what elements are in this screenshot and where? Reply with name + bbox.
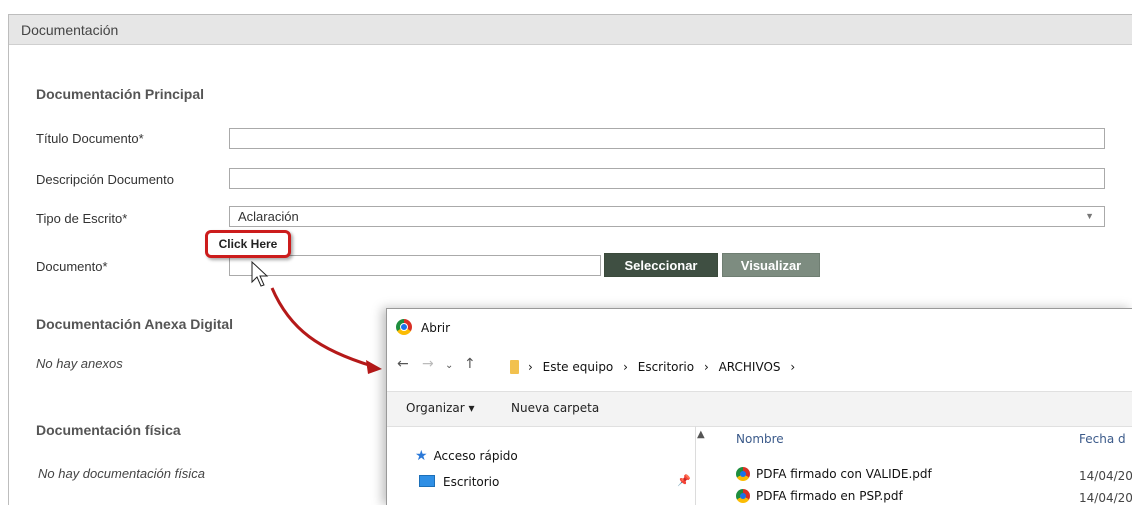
star-icon: ★ <box>415 448 428 464</box>
up-icon[interactable]: ↑ <box>464 356 476 372</box>
open-file-dialog[interactable]: Abrir ← → ⌄ ↑ › Este equipo › Escritorio… <box>386 308 1132 505</box>
chrome-icon <box>736 467 750 481</box>
seleccionar-button[interactable]: Seleccionar <box>604 253 718 277</box>
nav-item-desktop[interactable]: Escritorio <box>419 475 499 489</box>
nueva-carpeta-button[interactable]: Nueva carpeta <box>511 401 599 415</box>
chevron-down-icon[interactable]: ⌄ <box>445 360 453 371</box>
organizar-button[interactable]: Organizar ▾ <box>406 401 475 415</box>
click-here-callout: Click Here <box>205 230 291 258</box>
column-date[interactable]: Fecha d <box>1079 432 1126 446</box>
column-name[interactable]: Nombre <box>736 432 784 446</box>
crumb-archivos[interactable]: ARCHIVOS <box>719 360 781 374</box>
crumb-escritorio[interactable]: Escritorio <box>638 360 694 374</box>
navigation-pane: ★ Acceso rápido Escritorio <box>387 426 696 505</box>
dialog-toolbar: Organizar ▾ Nueva carpeta <box>387 391 1132 427</box>
crumb-este-equipo[interactable]: Este equipo <box>543 360 614 374</box>
list-item[interactable]: PDFA firmado con VALIDE.pdf <box>736 467 932 481</box>
nav-item-quick-access[interactable]: ★ Acceso rápido <box>415 448 518 464</box>
desktop-icon <box>419 475 435 487</box>
dialog-title: Abrir <box>421 321 451 335</box>
file-date: 14/04/20 <box>1079 469 1132 483</box>
scroll-up-icon[interactable]: ▲ <box>697 429 705 440</box>
list-item[interactable]: PDFA firmado en PSP.pdf <box>736 489 903 503</box>
forward-icon[interactable]: → <box>422 356 434 372</box>
breadcrumb[interactable]: › Este equipo › Escritorio › ARCHIVOS › <box>510 353 1132 381</box>
folder-icon <box>510 360 519 374</box>
cursor-icon <box>251 261 269 287</box>
pin-icon: 📌 <box>677 474 691 487</box>
back-icon[interactable]: ← <box>397 356 409 372</box>
fisica-title: Documentación física <box>36 422 181 438</box>
visualizar-button[interactable]: Visualizar <box>722 253 820 277</box>
chrome-icon <box>396 319 412 335</box>
fisica-empty: No hay documentación física <box>38 466 205 481</box>
file-date: 14/04/20 <box>1079 491 1132 505</box>
arrow-icon <box>270 287 382 374</box>
chrome-icon <box>736 489 750 503</box>
chevron-down-icon: ▼ <box>1085 211 1094 221</box>
